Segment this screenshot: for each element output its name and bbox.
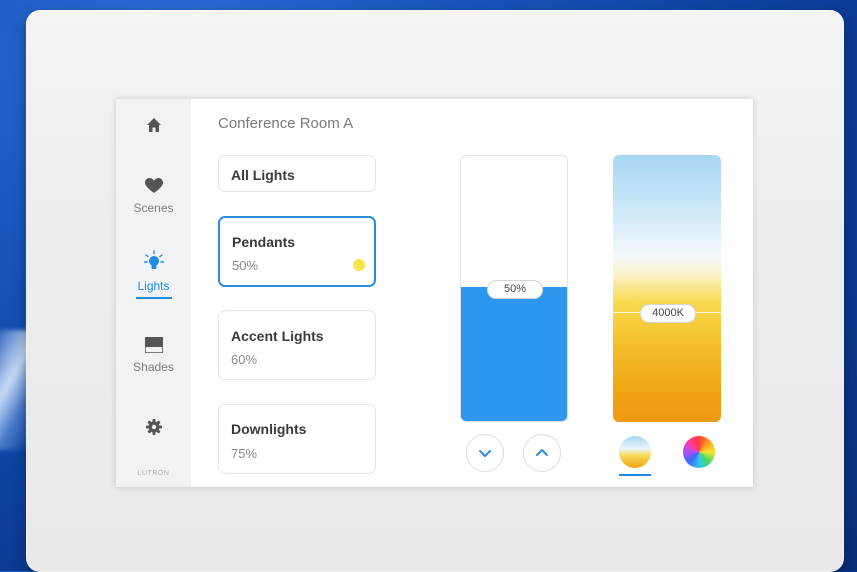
dim-up-button[interactable] <box>523 434 561 472</box>
dim-down-button[interactable] <box>466 434 504 472</box>
sidebar-item-lights[interactable]: Lights <box>116 250 191 299</box>
zone-name: Downlights <box>231 421 307 437</box>
zone-name: Accent Lights <box>231 328 324 344</box>
touchscreen: Scenes Lights Shades LUTRON Conference R… <box>116 99 753 487</box>
zone-name: All Lights <box>231 167 295 183</box>
zone-card-all-lights[interactable]: All Lights <box>218 155 376 192</box>
gear-icon <box>145 419 162 435</box>
room-title: Conference Room A <box>218 115 354 132</box>
zone-card-pendants[interactable]: Pendants 50% <box>218 216 376 287</box>
zone-card-downlights[interactable]: Downlights 75% <box>218 404 376 474</box>
color-temperature-label[interactable]: 4000K <box>640 304 696 323</box>
active-mode-indicator <box>619 474 651 476</box>
active-nav-indicator <box>135 297 172 299</box>
brand-logo: LUTRON <box>137 470 170 477</box>
lightbulb-icon <box>143 250 164 269</box>
zone-level: 60% <box>231 352 258 367</box>
sidebar-item-label: Scenes <box>133 201 174 215</box>
sidebar-item-label: Shades <box>133 360 174 374</box>
dimmer-level-label[interactable]: 50% <box>487 280 543 299</box>
shade-icon <box>143 336 164 354</box>
sidebar-item-label: Lights <box>137 279 170 293</box>
sidebar-item-shades[interactable]: Shades <box>116 336 191 374</box>
zone-level: 75% <box>231 446 258 461</box>
warm-dim-mode-button[interactable] <box>619 436 651 468</box>
chevron-up-icon <box>536 449 548 456</box>
dimmer-fill <box>461 287 567 421</box>
zone-card-accent-lights[interactable]: Accent Lights 60% <box>218 310 376 380</box>
home-icon <box>146 118 161 132</box>
chevron-down-icon <box>479 450 491 457</box>
sidebar-item-scenes[interactable]: Scenes <box>116 178 191 215</box>
heart-icon <box>144 178 163 193</box>
color-temperature-slider[interactable] <box>613 155 721 422</box>
sidebar-item-home[interactable] <box>116 117 191 138</box>
sidebar-item-settings[interactable] <box>116 419 191 440</box>
zone-level: 50% <box>232 258 259 273</box>
sidebar: Scenes Lights Shades LUTRON <box>116 99 191 487</box>
zone-name: Pendants <box>232 234 296 250</box>
full-color-mode-button[interactable] <box>683 436 715 468</box>
light-on-indicator <box>353 259 365 271</box>
